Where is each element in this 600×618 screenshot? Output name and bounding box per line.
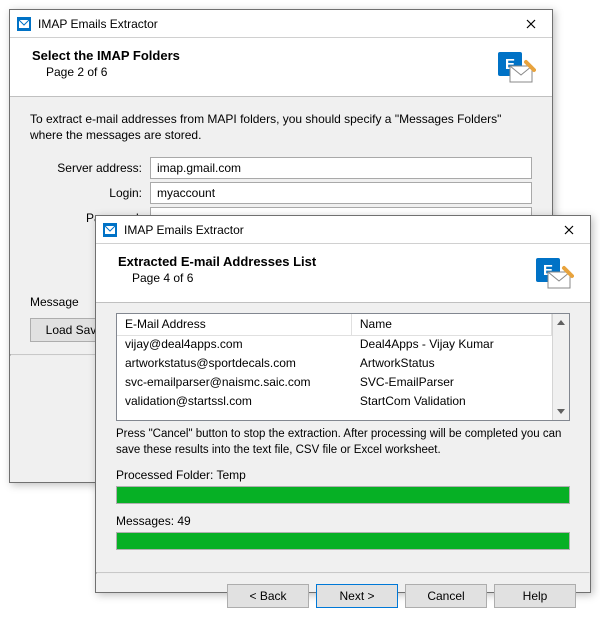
messages-progress bbox=[116, 532, 570, 550]
wizard-heading: Extracted E-mail Addresses List bbox=[118, 254, 534, 269]
col-email-header[interactable]: E-Mail Address bbox=[117, 314, 352, 335]
app-small-icon bbox=[102, 222, 118, 238]
exchange-mail-icon: E bbox=[496, 48, 536, 88]
titlebar[interactable]: IMAP Emails Extractor bbox=[96, 216, 590, 244]
col-name-header[interactable]: Name bbox=[352, 314, 552, 335]
app-small-icon bbox=[16, 16, 32, 32]
next-button[interactable]: Next > bbox=[316, 584, 398, 608]
help-button[interactable]: Help bbox=[494, 584, 576, 608]
wizard-header: Select the IMAP Folders Page 2 of 6 E bbox=[10, 38, 552, 97]
server-input[interactable] bbox=[150, 157, 532, 179]
processed-folder-label: Processed Folder: Temp bbox=[116, 468, 570, 482]
folder-label-partial: Message bbox=[30, 295, 79, 309]
list-row[interactable]: vijay@deal4apps.comDeal4Apps - Vijay Kum… bbox=[117, 336, 552, 355]
login-label: Login: bbox=[30, 186, 150, 200]
list-scrollbar[interactable] bbox=[552, 314, 569, 420]
list-header[interactable]: E-Mail Address Name bbox=[117, 314, 552, 336]
messages-count-label: Messages: 49 bbox=[116, 514, 570, 528]
wizard-window-page4: IMAP Emails Extractor Extracted E-mail A… bbox=[95, 215, 591, 593]
list-row[interactable]: svc-emailparser@naismc.saic.comSVC-Email… bbox=[117, 374, 552, 393]
instruction-text: To extract e-mail addresses from MAPI fo… bbox=[30, 111, 532, 143]
chevron-up-icon bbox=[557, 320, 565, 325]
close-icon bbox=[526, 19, 536, 29]
back-button[interactable]: < Back bbox=[227, 584, 309, 608]
close-button[interactable] bbox=[510, 10, 552, 38]
close-icon bbox=[564, 225, 574, 235]
chevron-down-icon bbox=[557, 409, 565, 414]
wizard-body: E-Mail Address Name vijay@deal4apps.comD… bbox=[96, 303, 590, 572]
window-title: IMAP Emails Extractor bbox=[124, 223, 548, 237]
cancel-button[interactable]: Cancel bbox=[405, 584, 487, 608]
server-label: Server address: bbox=[30, 161, 150, 175]
list-row[interactable]: validation@startssl.comStartCom Validati… bbox=[117, 393, 552, 412]
folder-progress bbox=[116, 486, 570, 504]
scroll-down-button[interactable] bbox=[553, 403, 569, 420]
note-text: Press "Cancel" button to stop the extrac… bbox=[116, 427, 570, 458]
wizard-page-indicator: Page 2 of 6 bbox=[46, 65, 496, 79]
list-row[interactable]: artworkstatus@sportdecals.comArtworkStat… bbox=[117, 355, 552, 374]
wizard-page-indicator: Page 4 of 6 bbox=[132, 271, 534, 285]
titlebar[interactable]: IMAP Emails Extractor bbox=[10, 10, 552, 38]
wizard-buttons: < Back Next > Cancel Help bbox=[96, 574, 590, 618]
scroll-up-button[interactable] bbox=[553, 314, 569, 331]
wizard-heading: Select the IMAP Folders bbox=[32, 48, 496, 63]
scroll-track[interactable] bbox=[553, 331, 569, 403]
exchange-mail-icon: E bbox=[534, 254, 574, 294]
login-input[interactable] bbox=[150, 182, 532, 204]
results-list[interactable]: E-Mail Address Name vijay@deal4apps.comD… bbox=[116, 313, 570, 421]
progress-bar bbox=[117, 487, 569, 503]
window-title: IMAP Emails Extractor bbox=[38, 17, 510, 31]
progress-bar bbox=[117, 533, 569, 549]
close-button[interactable] bbox=[548, 216, 590, 244]
wizard-header: Extracted E-mail Addresses List Page 4 o… bbox=[96, 244, 590, 303]
